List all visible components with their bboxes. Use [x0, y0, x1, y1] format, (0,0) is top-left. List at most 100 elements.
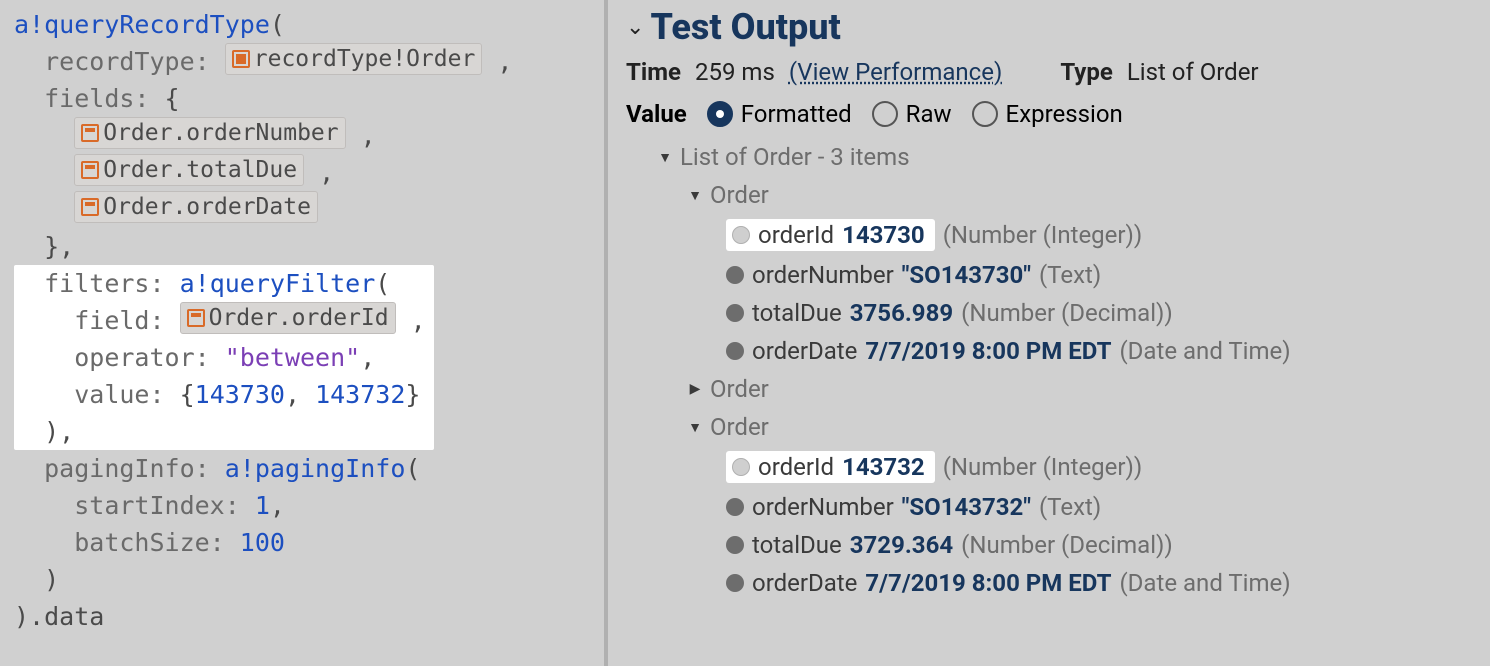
bullet-icon	[726, 342, 744, 360]
radio-formatted[interactable]: Formatted	[707, 100, 852, 128]
field-value: 143730	[842, 221, 925, 249]
tree-field-row[interactable]: totalDue 3756.989 (Number (Decimal))	[636, 294, 1472, 332]
startindex-val: 1	[255, 491, 270, 520]
radio-raw[interactable]: Raw	[872, 100, 952, 128]
recordtype-key: recordType:	[44, 47, 210, 76]
field-icon	[81, 124, 99, 142]
filter-highlight: filters: a!queryFilter( field: Order.ord…	[14, 265, 434, 450]
field-value: "SO143732"	[902, 493, 1031, 521]
field-name: orderNumber	[752, 493, 894, 521]
field-value: 3729.364	[850, 531, 953, 559]
value-format-row: Value Formatted Raw Expression	[626, 100, 1472, 128]
bullet-icon	[726, 266, 744, 284]
field-value: 7/7/2019 8:00 PM EDT	[865, 337, 1111, 365]
output-panel: ⌄ Test Output Time 259 ms (View Performa…	[608, 0, 1490, 666]
field-type: (Number (Integer))	[943, 453, 1143, 481]
radio-dot-icon	[872, 101, 898, 127]
tree-field-row[interactable]: orderNumber "SO143730" (Text)	[636, 256, 1472, 294]
filter-fn: a!queryFilter	[180, 269, 376, 298]
time-label: Time	[626, 58, 681, 86]
field-type: (Date and Time)	[1119, 569, 1290, 597]
tree-field-row[interactable]: orderId 143730 (Number (Integer))	[636, 214, 1472, 256]
startindex-key: startIndex:	[74, 491, 240, 520]
caret-icon[interactable]: ▶	[688, 381, 702, 397]
field-icon	[81, 161, 99, 179]
filter-operator: "between"	[225, 343, 360, 372]
tree-field-row[interactable]: orderNumber "SO143732" (Text)	[636, 488, 1472, 526]
type-label: Type	[1060, 58, 1113, 86]
tree-order-row[interactable]: ▼Order	[636, 408, 1472, 446]
output-meta: Time 259 ms (View Performance) Type List…	[626, 58, 1472, 86]
caret-icon[interactable]: ▼	[688, 419, 702, 436]
filter-field-chip[interactable]: Order.orderId	[180, 302, 396, 334]
caret-down-icon[interactable]: ▼	[658, 149, 672, 166]
recordtype-icon	[232, 50, 250, 68]
field-value: 7/7/2019 8:00 PM EDT	[865, 569, 1111, 597]
field-icon	[187, 309, 205, 327]
fn-name: a!queryRecordType	[14, 10, 270, 39]
radio-dot-icon	[707, 101, 733, 127]
batchsize-val: 100	[240, 528, 285, 557]
radio-expression[interactable]: Expression	[972, 100, 1123, 128]
chevron-down-icon[interactable]: ⌄	[626, 15, 644, 40]
type-value: List of Order	[1127, 58, 1259, 86]
tree-field-row[interactable]: orderDate 7/7/2019 8:00 PM EDT (Date and…	[636, 564, 1472, 602]
batchsize-key: batchSize:	[74, 528, 225, 557]
bullet-icon	[732, 226, 750, 244]
time-value: 259 ms	[695, 58, 775, 86]
output-heading[interactable]: ⌄ Test Output	[626, 6, 1472, 48]
paging-key: pagingInfo:	[44, 454, 210, 483]
fields-key: fields:	[44, 84, 149, 113]
bullet-icon	[726, 304, 744, 322]
expression-code[interactable]: a!queryRecordType( recordType: recordTyp…	[14, 6, 590, 635]
field-value: 143732	[842, 453, 925, 481]
field-name: orderId	[758, 453, 834, 481]
tree-field-row[interactable]: totalDue 3729.364 (Number (Decimal))	[636, 526, 1472, 564]
field-icon	[81, 198, 99, 216]
field-type: (Number (Integer))	[943, 221, 1143, 249]
radio-dot-icon	[972, 101, 998, 127]
filter-field-key: field:	[74, 306, 164, 335]
caret-icon[interactable]: ▼	[688, 187, 702, 204]
field-name: totalDue	[752, 531, 842, 559]
tree-field-row[interactable]: orderId 143732 (Number (Integer))	[636, 446, 1472, 488]
field-value: "SO143730"	[902, 261, 1031, 289]
field-name: orderDate	[752, 569, 857, 597]
field-type: (Number (Decimal))	[961, 299, 1173, 327]
field-type: (Text)	[1039, 261, 1101, 289]
code-editor[interactable]: a!queryRecordType( recordType: recordTyp…	[0, 0, 604, 666]
field-type: (Date and Time)	[1119, 337, 1290, 365]
highlighted-field: orderId 143730	[726, 219, 935, 251]
field-value: 3756.989	[850, 299, 953, 327]
filter-operator-key: operator:	[74, 343, 209, 372]
bullet-icon	[732, 458, 750, 476]
paging-fn: a!pagingInfo	[225, 454, 406, 483]
highlighted-field: orderId 143732	[726, 451, 935, 483]
recordtype-chip[interactable]: recordType!Order	[225, 43, 483, 75]
tree-field-row[interactable]: orderDate 7/7/2019 8:00 PM EDT (Date and…	[636, 332, 1472, 370]
field-chip[interactable]: Order.orderNumber	[74, 117, 345, 149]
field-name: totalDue	[752, 299, 842, 327]
filter-value-1: 143730	[195, 380, 285, 409]
suffix: ).data	[14, 602, 104, 631]
filters-key: filters:	[44, 269, 164, 298]
field-name: orderNumber	[752, 261, 894, 289]
view-performance-link[interactable]: (View Performance)	[789, 58, 1002, 86]
output-title: Test Output	[650, 6, 840, 48]
tree-order-row[interactable]: ▼Order	[636, 176, 1472, 214]
value-label: Value	[626, 100, 687, 128]
field-chip[interactable]: Order.orderDate	[74, 191, 318, 223]
tree-order-row[interactable]: ▶Order	[636, 370, 1472, 408]
field-type: (Number (Decimal))	[961, 531, 1173, 559]
field-type: (Text)	[1039, 493, 1101, 521]
filter-value-key: value:	[74, 380, 164, 409]
field-chip[interactable]: Order.totalDue	[74, 154, 304, 186]
bullet-icon	[726, 498, 744, 516]
bullet-icon	[726, 536, 744, 554]
output-tree: ▼ List of Order - 3 items ▼Order orderId…	[636, 138, 1472, 602]
bullet-icon	[726, 574, 744, 592]
field-name: orderId	[758, 221, 834, 249]
field-name: orderDate	[752, 337, 857, 365]
filter-value-2: 143732	[315, 380, 405, 409]
tree-list-row[interactable]: ▼ List of Order - 3 items	[636, 138, 1472, 176]
